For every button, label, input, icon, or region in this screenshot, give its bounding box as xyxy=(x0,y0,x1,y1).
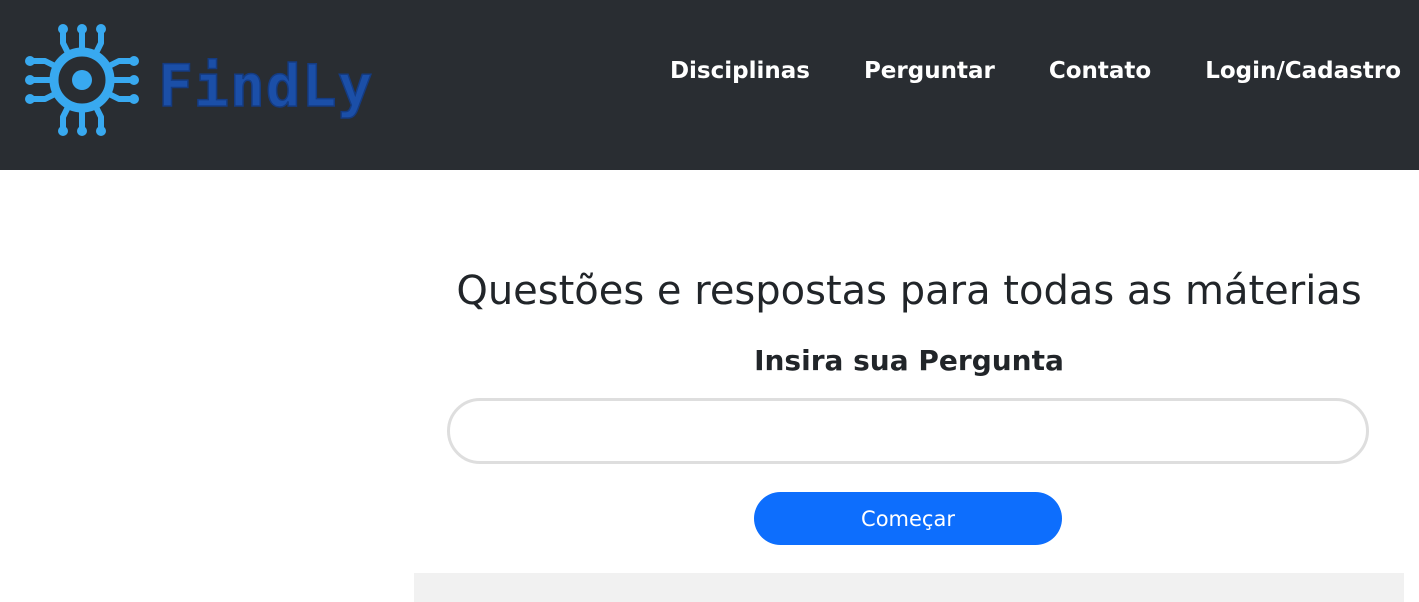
navbar: FindLy Disciplinas Perguntar Contato Log… xyxy=(0,0,1419,170)
hero-section: Questões e respostas para todas as máter… xyxy=(414,170,1404,570)
nav-links: Disciplinas Perguntar Contato Login/Cada… xyxy=(616,58,1401,84)
question-input[interactable] xyxy=(447,398,1369,464)
brand[interactable]: FindLy xyxy=(24,22,374,138)
nav-link-disciplinas[interactable]: Disciplinas xyxy=(670,58,810,84)
start-button[interactable]: Começar xyxy=(754,492,1062,545)
question-prompt-label: Insira sua Pergunta xyxy=(754,344,1064,377)
circuit-sun-icon xyxy=(25,24,139,136)
page-title: Questões e respostas para todas as máter… xyxy=(456,268,1362,314)
nav-link-contato[interactable]: Contato xyxy=(1049,58,1151,84)
nav-link-login-cadastro[interactable]: Login/Cadastro xyxy=(1205,58,1401,84)
content-section xyxy=(414,573,1404,602)
brand-name: FindLy xyxy=(157,52,374,120)
nav-link-perguntar[interactable]: Perguntar xyxy=(864,58,995,84)
